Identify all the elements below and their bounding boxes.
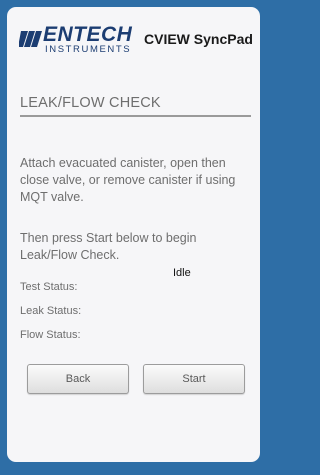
page-title: LEAK/FLOW CHECK (20, 95, 161, 111)
leak-status-label: Leak Status: (20, 305, 82, 317)
logo-subtitle: INSTRUMENTS (45, 44, 132, 55)
app-panel: ENTECH INSTRUMENTS CVIEW SyncPad LEAK/FL… (7, 7, 260, 462)
header: ENTECH INSTRUMENTS CVIEW SyncPad (7, 7, 260, 69)
app-title: CVIEW SyncPad (144, 31, 253, 47)
flow-status-label: Flow Status: (20, 329, 81, 341)
test-status-value: Idle (173, 267, 191, 279)
start-instruction-text: Then press Start below to begin Leak/Flo… (20, 231, 197, 262)
start-button[interactable]: Start (143, 364, 245, 394)
test-status-label: Test Status: (20, 281, 78, 293)
instruction-text: Attach evacuated canister, open then clo… (20, 156, 236, 204)
logo: ENTECH INSTRUMENTS (43, 23, 133, 55)
back-button[interactable]: Back (27, 364, 129, 394)
title-divider (20, 115, 251, 117)
logo-wordmark: ENTECH (43, 23, 133, 46)
entech-logo-icon (19, 31, 42, 47)
